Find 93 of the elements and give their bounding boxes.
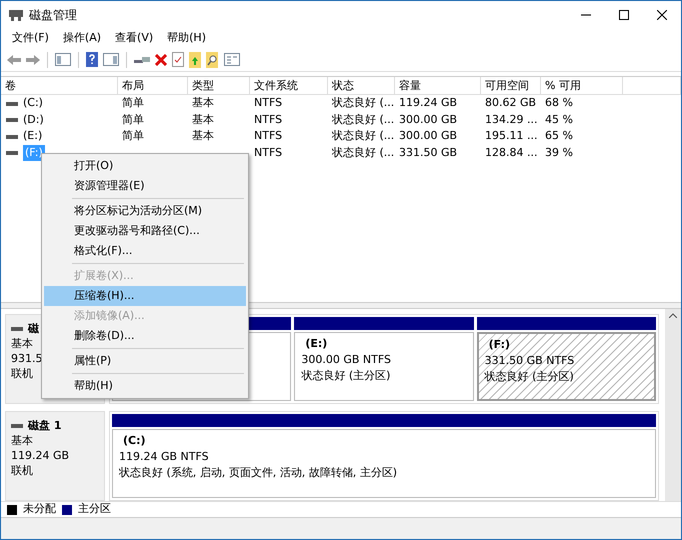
table-cell-text: 119.24 GB xyxy=(398,95,458,112)
table-cell-text: 68 % xyxy=(544,95,574,112)
table-cell-text: 基本 xyxy=(191,128,215,144)
table-cell-text: 134.29 ... xyxy=(484,112,538,128)
drive-icon xyxy=(6,118,18,122)
table-cell-text: 195.11 ... xyxy=(484,128,538,144)
column-header[interactable]: 卷 xyxy=(1,77,118,94)
delete-icon[interactable] xyxy=(155,54,167,66)
disk-info: 基本 xyxy=(11,336,33,352)
table-cell-text: NTFS xyxy=(253,144,284,161)
menu-item[interactable]: 删除卷(D)... xyxy=(44,326,246,346)
table-cell-text: NTFS xyxy=(253,112,284,128)
column-header[interactable]: 可用空间 xyxy=(481,77,541,94)
table-cell-text: 基本 xyxy=(191,95,215,112)
forward-icon[interactable] xyxy=(26,54,40,66)
disk-info: 119.24 GB xyxy=(11,448,70,464)
window-icon[interactable] xyxy=(224,53,240,66)
partition-status: 状态良好 (系统, 启动, 页面文件, 活动, 故障转储, 主分区) xyxy=(119,465,398,482)
help-icon[interactable] xyxy=(86,52,98,68)
menu-item[interactable]: 查看(V) xyxy=(108,30,160,47)
menu-item[interactable]: 资源管理器(E) xyxy=(44,176,246,196)
disk-info: 基本 xyxy=(11,433,33,448)
panel-icon[interactable] xyxy=(103,53,119,66)
disk-label[interactable]: 磁盘 1 基本 119.24 GB 联机 xyxy=(5,411,105,502)
table-cell-text: 331.50 GB xyxy=(398,144,458,161)
table-cell-text: 128.84 ... xyxy=(484,144,538,161)
drive-icon xyxy=(6,151,18,156)
legend-label: 主分区 xyxy=(78,501,111,518)
column-header[interactable]: 文件系统 xyxy=(250,77,328,94)
table-cell-text: 300.00 GB xyxy=(398,128,458,144)
table-cell-text: 80.62 GB xyxy=(484,95,538,112)
partition-status: 状态良好 (主分区) xyxy=(301,368,392,384)
partition-size: 300.00 GB NTFS xyxy=(301,352,392,368)
table-cell-text: NTFS xyxy=(253,128,284,144)
menu-item[interactable]: 帮助(H) xyxy=(160,30,213,47)
table-cell-text: 状态良好 (... xyxy=(331,144,395,161)
disk-info: 联机 xyxy=(11,366,33,382)
partition-size: 119.24 GB NTFS xyxy=(119,449,210,466)
column-header[interactable]: 类型 xyxy=(188,77,250,94)
column-header[interactable]: % 可用 xyxy=(541,77,623,94)
menu-item[interactable]: 压缩卷(H)... xyxy=(44,286,246,306)
partition-label: (E:) xyxy=(304,336,328,352)
volume-name[interactable]: (D:) xyxy=(23,112,44,128)
panel-icon[interactable] xyxy=(55,53,71,66)
partition-size: 331.50 GB NTFS xyxy=(484,353,576,370)
menu-item[interactable]: 文件(F) xyxy=(5,30,56,47)
close-icon[interactable] xyxy=(657,10,667,20)
drive-icon xyxy=(6,102,18,106)
table-cell-text: 简单 xyxy=(121,112,145,128)
menu-item[interactable]: 更改驱动器号和路径(C)... xyxy=(44,221,246,241)
partition[interactable]: (C:) 119.24 GB NTFS 状态良好 (系统, 启动, 页面文件, 活动, 故障转储, 主分区) xyxy=(112,429,656,498)
column-header[interactable]: 容量 xyxy=(395,77,481,94)
table-cell-text: 300.00 GB xyxy=(398,112,458,128)
menu-item[interactable]: 格式化(F)... xyxy=(44,241,246,261)
menu-item[interactable]: 操作(A) xyxy=(56,30,108,47)
column-header[interactable]: 状态 xyxy=(328,77,395,94)
table-cell-text: 45 % xyxy=(544,112,574,128)
maximize-icon[interactable] xyxy=(619,10,629,20)
document-magnifier-icon[interactable] xyxy=(206,52,219,68)
menu-item[interactable]: 将分区标记为活动分区(M) xyxy=(44,201,246,221)
disk-info: 联机 xyxy=(11,463,33,478)
table-cell-text: 65 % xyxy=(544,128,574,144)
table-cell-text: 简单 xyxy=(121,128,145,144)
partition-status: 状态良好 (主分区) xyxy=(484,369,575,386)
back-icon[interactable] xyxy=(7,54,21,66)
volume-name[interactable]: (E:) xyxy=(23,128,42,145)
partition-label: (F:) xyxy=(488,337,512,354)
menu-item[interactable]: 属性(P) xyxy=(44,351,246,371)
table-cell-text: 状态良好 (... xyxy=(331,128,395,144)
scroll-up-icon[interactable] xyxy=(669,313,677,318)
disk-management-icon xyxy=(9,8,23,21)
disk-info: 931.5 xyxy=(11,351,42,366)
disk-name: 磁 xyxy=(28,321,39,336)
scrollbar[interactable] xyxy=(665,309,681,502)
document-icon[interactable] xyxy=(172,52,184,68)
partition-label: (C:) xyxy=(122,433,147,450)
legend-label: 未分配 xyxy=(23,501,56,518)
table-cell-text: 简单 xyxy=(121,95,145,112)
volume-name[interactable]: (C:) xyxy=(23,95,43,112)
menu-item[interactable]: 帮助(H) xyxy=(44,376,246,396)
disk-name: 磁盘 1 xyxy=(28,418,62,434)
partition[interactable]: (E:) 300.00 GB NTFS 状态良好 (主分区) xyxy=(294,332,474,402)
table-cell-text: 基本 xyxy=(191,112,215,128)
table-cell-text: 状态良好 (... xyxy=(331,112,395,128)
table-cell-text: 状态良好 (... xyxy=(331,95,395,112)
plug-icon[interactable] xyxy=(134,54,150,65)
menu-item[interactable]: 打开(O) xyxy=(44,156,246,176)
table-cell-text: 39 % xyxy=(544,144,574,161)
table-cell-text: NTFS xyxy=(253,95,284,112)
partition[interactable]: (F:) 331.50 GB NTFS 状态良好 (主分区) xyxy=(476,332,656,402)
window-title: 磁盘管理 xyxy=(29,6,77,24)
drive-icon xyxy=(6,134,18,139)
column-header[interactable]: 布局 xyxy=(118,77,188,94)
